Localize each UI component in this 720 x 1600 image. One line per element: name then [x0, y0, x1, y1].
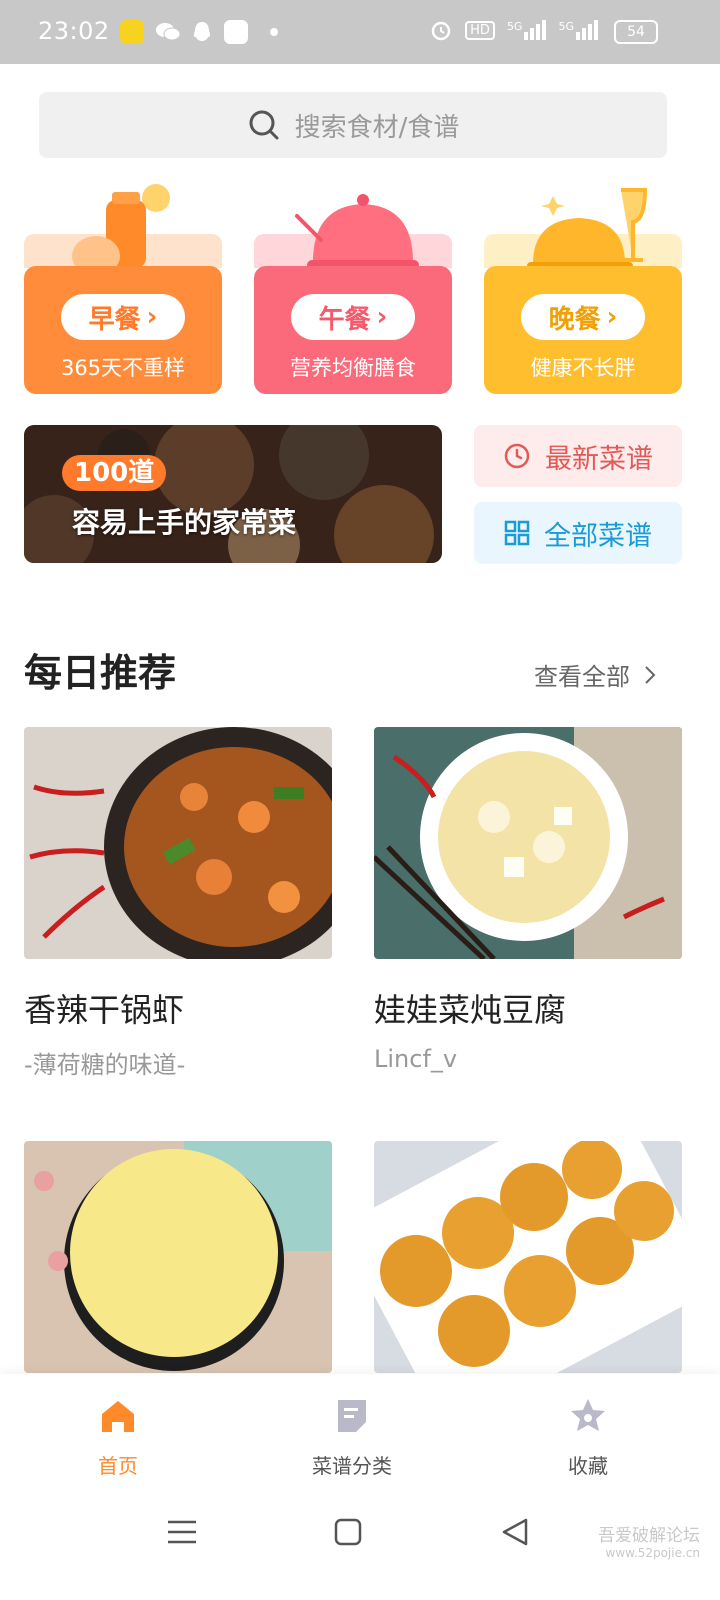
latest-recipes-label: 最新菜谱: [545, 443, 653, 475]
signal-2: 5G: [558, 20, 598, 40]
dinner-illustration-icon: [527, 188, 648, 270]
recipe-name: 香辣干锅虾: [24, 991, 185, 1029]
breakfast-illustration-icon: [72, 184, 170, 276]
recipe-card[interactable]: [374, 1141, 682, 1373]
dinner-card[interactable]: 晚餐 › 健康不长胖: [484, 176, 682, 394]
banner-food-image: [24, 425, 442, 563]
back-icon[interactable]: [496, 1512, 536, 1552]
tab-home[interactable]: 首页: [58, 1396, 178, 1479]
watermark-line2: www.52pojie.cn: [605, 1546, 700, 1560]
breakfast-subtitle: 365天不重样: [60, 356, 186, 380]
lunch-subtitle: 营养均衡膳食: [290, 356, 416, 380]
chevron-right-icon: [645, 665, 656, 684]
recipe-card[interactable]: 香辣干锅虾 -薄荷糖的味道-: [24, 727, 332, 1080]
tab-home-label: 首页: [98, 1454, 138, 1478]
all-recipes-label: 全部菜谱: [544, 520, 652, 552]
recipe-card[interactable]: 娃娃菜炖豆腐 Lincf_v: [374, 727, 682, 1073]
lunch-card[interactable]: 午餐 › 营养均衡膳食: [254, 176, 452, 394]
home-button-icon[interactable]: [328, 1512, 368, 1552]
recipe-author: Lincf_v: [374, 1045, 458, 1073]
chevron-right-icon: ›: [146, 302, 158, 332]
recipe-photo: [374, 1141, 682, 1373]
chevron-right-icon: ›: [606, 302, 618, 332]
latest-recipes-button[interactable]: 最新菜谱: [474, 425, 682, 487]
message-app-icon: [224, 20, 248, 44]
recipe-book-icon: [338, 1400, 366, 1432]
qq-icon: [190, 20, 214, 44]
clock-icon: [504, 443, 530, 469]
dinner-button[interactable]: 晚餐 ›: [521, 294, 645, 340]
search-icon: [249, 110, 279, 140]
chevron-right-icon: ›: [376, 302, 388, 332]
tab-categories[interactable]: 菜谱分类: [292, 1396, 412, 1479]
battery-indicator: 54: [614, 20, 658, 44]
status-bar: 23:02 HD 5G 5G 54: [0, 0, 720, 64]
tab-favorites-label: 收藏: [568, 1454, 608, 1478]
recipe-author: -薄荷糖的味道-: [24, 1051, 186, 1079]
breakfast-label: 早餐: [88, 304, 141, 335]
dinner-subtitle: 健康不长胖: [530, 356, 636, 380]
signal-1: 5G: [507, 20, 547, 40]
banner-title: 容易上手的家常菜: [72, 506, 297, 539]
search-placeholder: 搜索食材/食谱: [294, 112, 460, 143]
hd-badge: HD: [465, 20, 495, 40]
see-all-link[interactable]: 查看全部: [534, 657, 656, 692]
tab-favorites[interactable]: 收藏: [528, 1396, 648, 1479]
see-all-label: 查看全部: [534, 663, 630, 691]
recipe-card[interactable]: [24, 1141, 332, 1373]
recipe-photo: [374, 727, 682, 959]
status-time: 23:02: [38, 17, 110, 45]
menu-icon[interactable]: [162, 1512, 202, 1552]
watermark-line1: 吾爱破解论坛: [598, 1526, 700, 1546]
lunch-button[interactable]: 午餐 ›: [291, 294, 415, 340]
breakfast-card[interactable]: 早餐 › 365天不重样: [24, 176, 222, 394]
tab-categories-label: 菜谱分类: [312, 1454, 392, 1478]
section-title: 每日推荐: [24, 651, 177, 695]
app-notification-icon: [120, 20, 144, 44]
alarm-icon: [431, 21, 451, 41]
search-bar[interactable]: 搜索食材/食谱: [39, 92, 667, 158]
recipe-photo: [24, 727, 332, 959]
banner-badge: 100道: [62, 455, 167, 491]
all-recipes-button[interactable]: 全部菜谱: [474, 502, 682, 564]
watermark: 吾爱破解论坛 www.52pojie.cn: [598, 1521, 700, 1560]
recipe-name: 娃娃菜炖豆腐: [374, 991, 567, 1029]
bottom-tab-bar: 首页 菜谱分类 收藏: [0, 1374, 720, 1492]
dinner-label: 晚餐: [548, 304, 601, 335]
recipe-photo: [24, 1141, 332, 1373]
status-indicators: HD 5G 5G: [429, 18, 598, 42]
grid-icon: [504, 520, 530, 546]
lunch-label: 午餐: [318, 304, 371, 335]
system-nav-bar: 吾爱破解论坛 www.52pojie.cn: [0, 1492, 720, 1600]
home-cooking-banner[interactable]: 100道 容易上手的家常菜: [24, 425, 442, 563]
wechat-icon: [155, 20, 181, 44]
more-notifications-dot: [270, 28, 278, 36]
breakfast-button[interactable]: 早餐 ›: [61, 294, 185, 340]
lunch-illustration-icon: [295, 194, 419, 270]
star-icon: [571, 1399, 605, 1431]
home-icon: [102, 1401, 134, 1432]
